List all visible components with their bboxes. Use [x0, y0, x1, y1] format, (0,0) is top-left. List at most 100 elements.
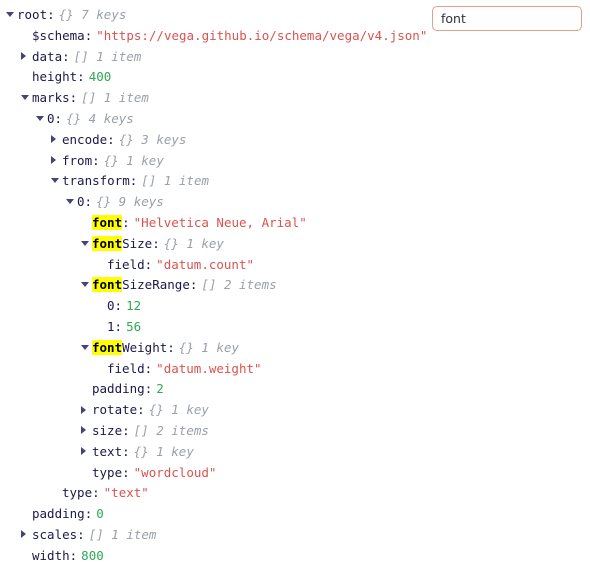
- tree-row[interactable]: rotate:{} 1 key: [0, 400, 430, 421]
- tree-key: size: [92, 422, 123, 438]
- expand-triangle-icon[interactable]: [21, 524, 32, 545]
- key-colon: :: [122, 422, 130, 438]
- tree-row[interactable]: height: 400: [0, 67, 430, 88]
- tree-row[interactable]: padding: 0: [0, 504, 430, 525]
- key-colon: :: [47, 7, 55, 22]
- collapse-triangle-icon[interactable]: [6, 4, 17, 25]
- collapse-triangle-icon[interactable]: [66, 191, 77, 212]
- tree-node-meta: {} 1 key: [163, 235, 224, 251]
- tree-key: type: [62, 485, 93, 501]
- tree-value: 0: [96, 506, 104, 522]
- collapse-triangle-icon[interactable]: [36, 108, 47, 129]
- tree-row[interactable]: root:{} 7 keys: [0, 5, 430, 26]
- tree-value: 12: [126, 298, 142, 314]
- tree-node-meta: [] 1 item: [88, 526, 157, 542]
- tree-node-meta: {} 1 key: [148, 402, 209, 418]
- key-colon: :: [92, 152, 100, 168]
- expand-triangle-icon[interactable]: [51, 150, 62, 171]
- tree-value: "Helvetica Neue, Arial": [133, 214, 307, 230]
- tree-row[interactable]: $schema: "https://vega.github.io/schema/v…: [0, 26, 430, 47]
- tree-row[interactable]: width: 800: [0, 546, 430, 567]
- tree-key: encode: [62, 131, 108, 147]
- expand-triangle-icon[interactable]: [51, 129, 62, 150]
- tree-key: fontSize: [92, 235, 153, 251]
- tree-row[interactable]: data:[] 1 item: [0, 47, 430, 68]
- tree-node-meta: [] 2 items: [133, 422, 209, 438]
- key-colon: :: [62, 48, 70, 64]
- expand-triangle-icon[interactable]: [81, 399, 92, 420]
- key-colon: :: [92, 485, 100, 501]
- tree-row[interactable]: marks:[] 1 item: [0, 88, 430, 109]
- tree-row[interactable]: scales:[] 1 item: [0, 525, 430, 546]
- collapse-triangle-icon[interactable]: [51, 170, 62, 191]
- key-colon: :: [54, 110, 63, 126]
- tree-node-meta: {} 1 key: [103, 152, 164, 168]
- tree-key: 0: [47, 110, 55, 126]
- tree-row[interactable]: field: "datum.count": [0, 255, 430, 276]
- tree-value: "wordcloud": [133, 464, 217, 480]
- tree-key: $schema: [32, 27, 85, 43]
- tree-key: scales: [32, 526, 78, 542]
- tree-node-meta: [] 1 item: [141, 173, 209, 189]
- tree-row[interactable]: field: "datum.weight": [0, 359, 430, 380]
- tree-row[interactable]: type: "text": [0, 483, 430, 504]
- tree-key: 0: [107, 298, 115, 314]
- tree-value: "https://vega.github.io/schema/vega/v4.j…: [96, 27, 428, 43]
- key-colon: :: [122, 214, 130, 230]
- tree-value: "datum.count": [156, 256, 255, 272]
- search-input[interactable]: [432, 6, 582, 31]
- key-colon: :: [107, 131, 115, 147]
- tree-row[interactable]: 1: 56: [0, 317, 430, 338]
- tree-row[interactable]: encode:{} 3 keys: [0, 130, 430, 151]
- collapse-triangle-icon[interactable]: [81, 337, 92, 358]
- tree-row[interactable]: transform:[] 1 item: [0, 171, 430, 192]
- tree-key: 1: [107, 318, 115, 334]
- expand-triangle-icon[interactable]: [81, 420, 92, 441]
- key-colon: :: [114, 298, 123, 314]
- expand-triangle-icon[interactable]: [21, 46, 32, 67]
- collapse-triangle-icon[interactable]: [81, 233, 92, 254]
- tree-row[interactable]: 0:{} 9 keys: [0, 192, 430, 213]
- json-tree: root:{} 7 keys $schema: "https://vega.gith…: [0, 5, 430, 567]
- tree-key: from: [62, 152, 93, 168]
- collapse-triangle-icon[interactable]: [81, 274, 92, 295]
- tree-row[interactable]: from:{} 1 key: [0, 151, 430, 172]
- key-colon: :: [122, 464, 130, 480]
- tree-row[interactable]: type: "wordcloud": [0, 463, 430, 484]
- tree-key: font: [92, 214, 123, 230]
- key-colon: :: [114, 318, 123, 334]
- tree-value: "text": [103, 485, 149, 501]
- tree-key: transform: [62, 173, 130, 189]
- tree-row[interactable]: font: "Helvetica Neue, Arial": [0, 213, 430, 234]
- tree-key: data: [32, 48, 63, 64]
- tree-row[interactable]: 0: 12: [0, 296, 430, 317]
- tree-row[interactable]: padding: 2: [0, 379, 430, 400]
- tree-node-meta: {} 3 keys: [118, 131, 187, 147]
- tree-row[interactable]: 0:{} 4 keys: [0, 109, 430, 130]
- tree-node-meta: [] 1 item: [81, 90, 149, 106]
- tree-row[interactable]: fontWeight:{} 1 key: [0, 338, 430, 359]
- tree-key: fontWeight: [92, 339, 168, 355]
- tree-node-meta: {} 4 keys: [66, 110, 134, 126]
- tree-node-meta: {} 9 keys: [96, 194, 164, 210]
- tree-key: fontSizeRange: [92, 277, 190, 293]
- collapse-triangle-icon[interactable]: [21, 87, 32, 108]
- tree-key: text: [92, 443, 123, 459]
- key-colon: :: [77, 69, 85, 85]
- key-colon: :: [167, 339, 175, 355]
- tree-node-meta: {} 1 key: [178, 339, 240, 355]
- tree-row[interactable]: fontSize:{} 1 key: [0, 234, 430, 255]
- tree-node-meta: {} 1 key: [133, 443, 194, 459]
- tree-row[interactable]: text:{} 1 key: [0, 442, 430, 463]
- tree-row[interactable]: fontSizeRange:[] 2 items: [0, 275, 430, 296]
- expand-triangle-icon[interactable]: [81, 441, 92, 462]
- tree-row[interactable]: size:[] 2 items: [0, 421, 430, 442]
